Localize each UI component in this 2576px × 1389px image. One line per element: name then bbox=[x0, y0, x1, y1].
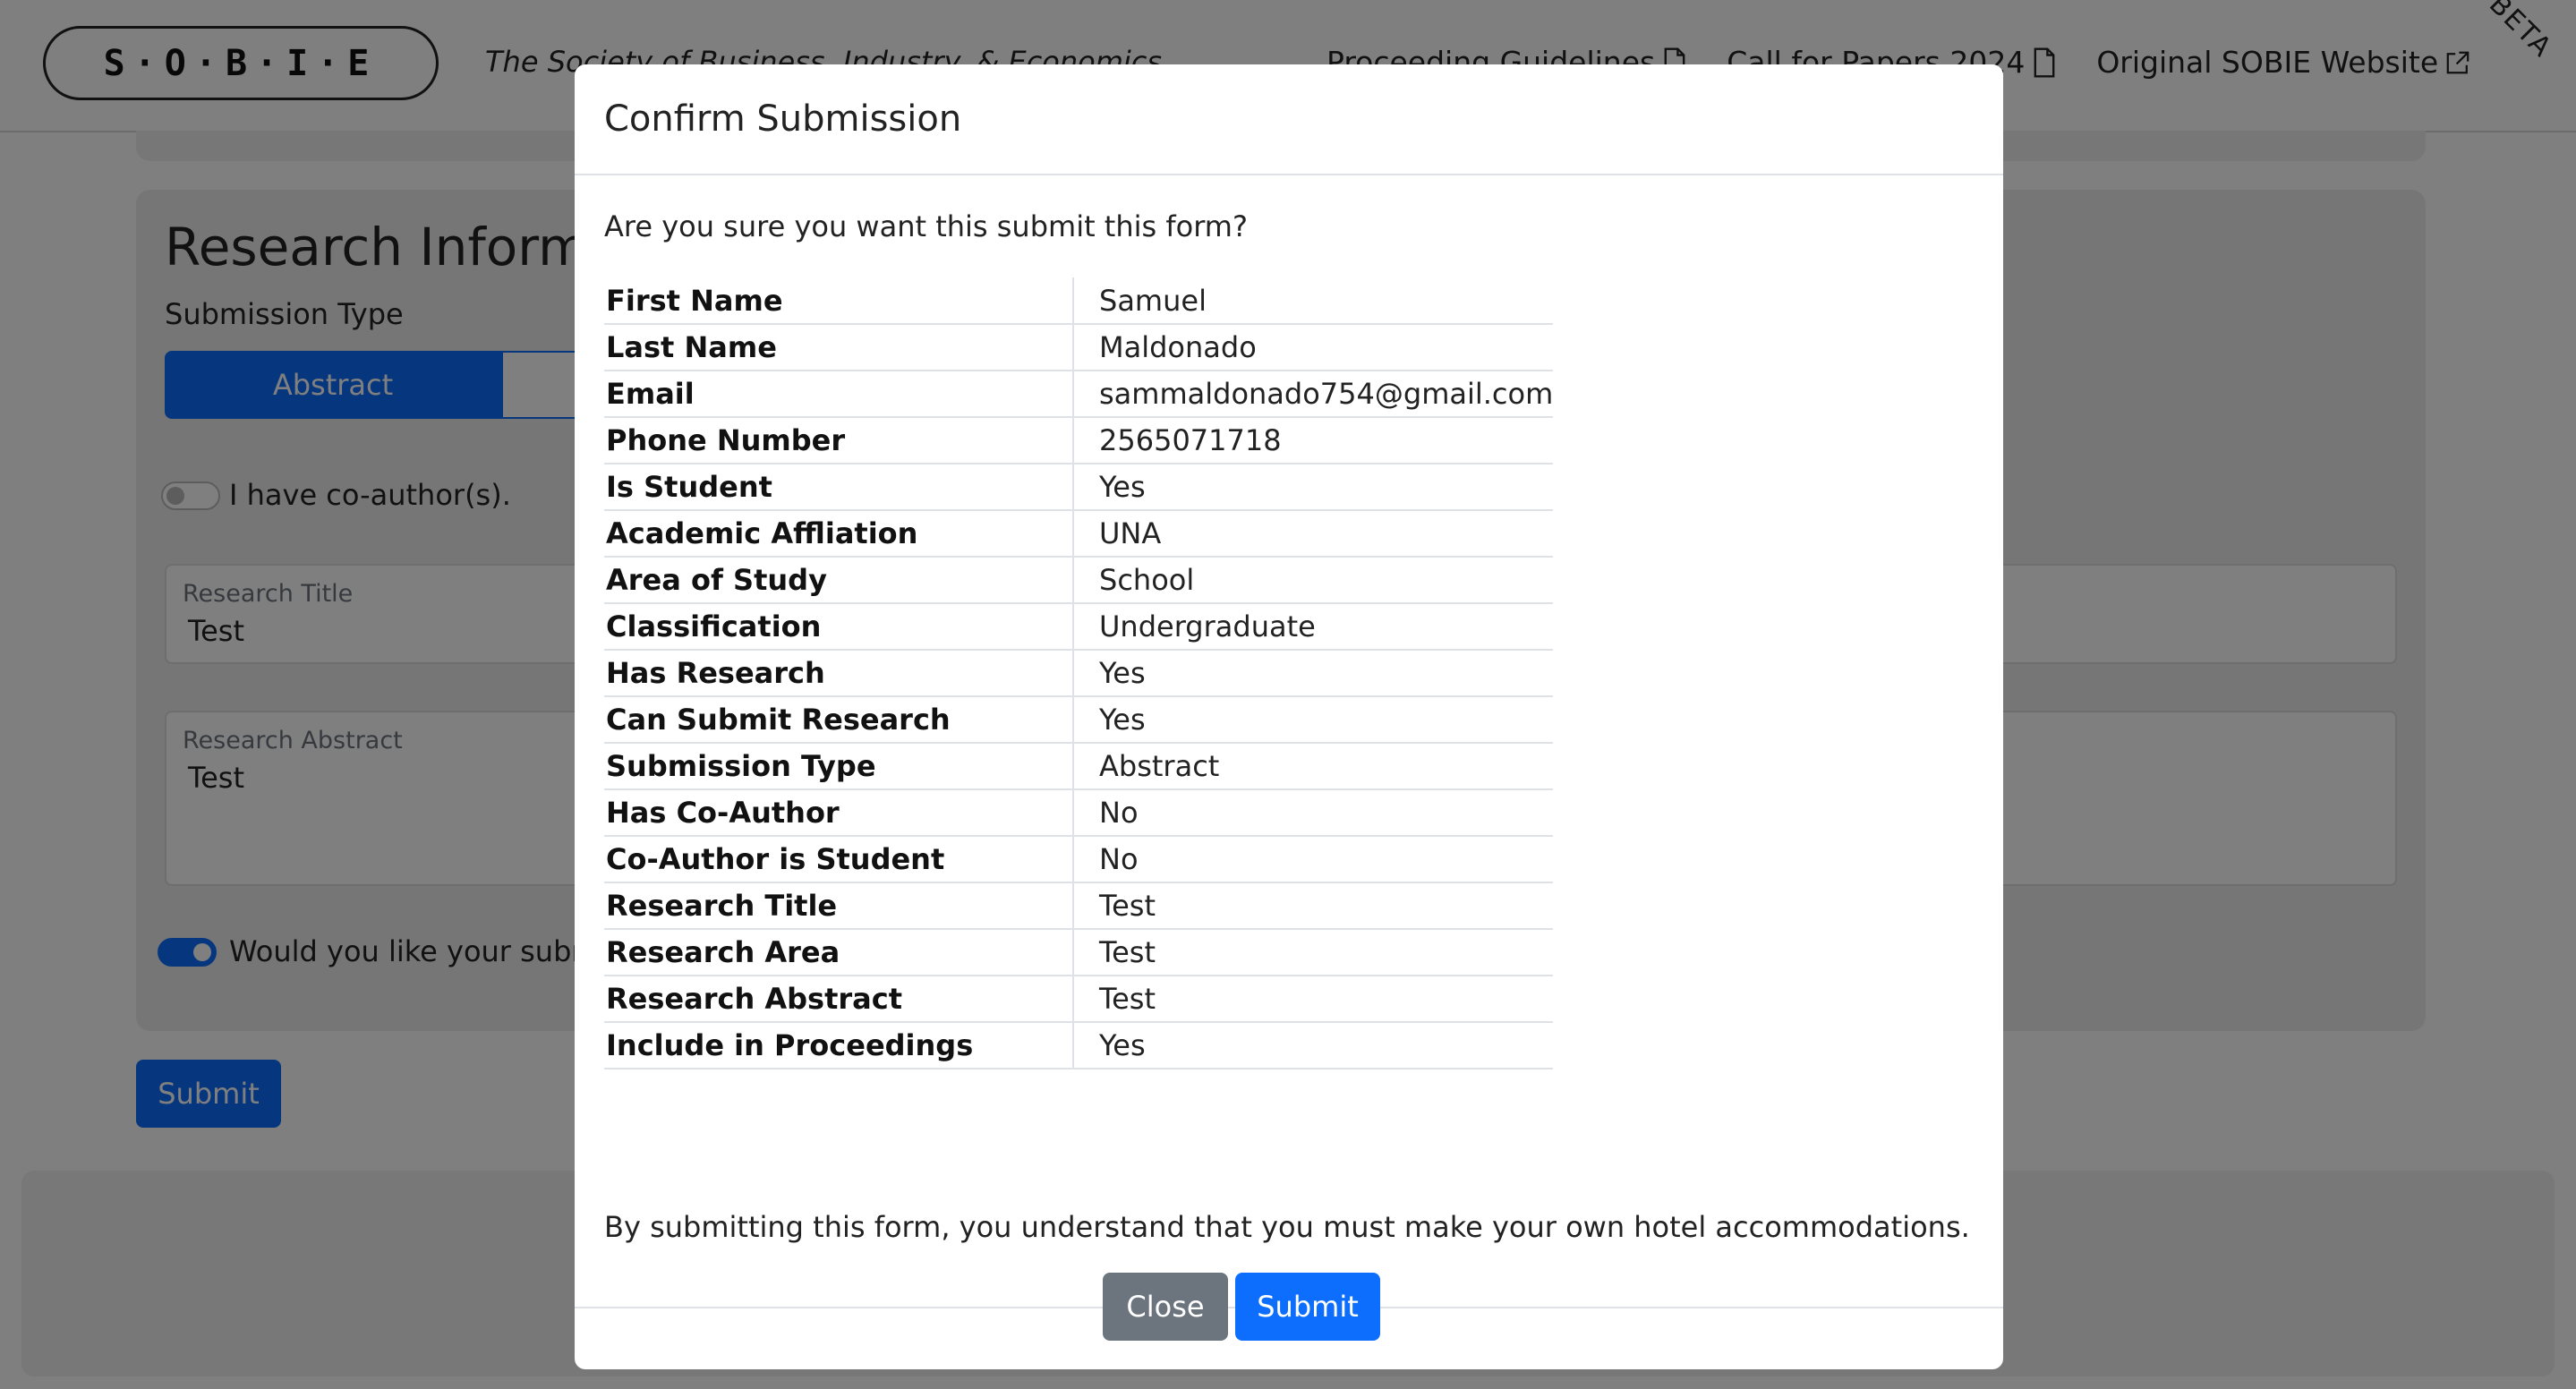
summary-row: Classification Undergraduate bbox=[604, 603, 1554, 651]
summary-row: Last Name Maldonado bbox=[604, 324, 1554, 371]
page: S·O·B·I·E The Society of Business, Indus… bbox=[0, 0, 2576, 1389]
summary-key: Academic Affliation bbox=[604, 510, 1074, 558]
summary-value: No bbox=[1073, 836, 1554, 883]
summary-key: Include in Proceedings bbox=[604, 1022, 1074, 1069]
summary-row: Include in Proceedings Yes bbox=[604, 1022, 1554, 1069]
summary-key: Phone Number bbox=[604, 417, 1074, 464]
confirm-submit-button[interactable]: Submit bbox=[1235, 1273, 1380, 1341]
summary-row: Research Title Test bbox=[604, 882, 1554, 930]
summary-value: Maldonado bbox=[1073, 324, 1554, 371]
summary-value: Abstract bbox=[1073, 743, 1554, 790]
summary-key: Can Submit Research bbox=[604, 696, 1074, 744]
summary-key: Area of Study bbox=[604, 557, 1074, 604]
summary-value: Test bbox=[1073, 929, 1554, 976]
summary-row: First Name Samuel bbox=[604, 277, 1554, 325]
summary-value: Samuel bbox=[1073, 277, 1554, 325]
hotel-accommodation-note: By submitting this form, you understand … bbox=[604, 1210, 1970, 1244]
summary-row: Research Area Test bbox=[604, 929, 1554, 976]
summary-key: First Name bbox=[604, 277, 1074, 325]
summary-key: Research Area bbox=[604, 929, 1074, 976]
summary-row: Has Research Yes bbox=[604, 650, 1554, 697]
summary-key: Email bbox=[604, 371, 1074, 418]
summary-value: 2565071718 bbox=[1073, 417, 1554, 464]
summary-value: No bbox=[1073, 789, 1554, 837]
summary-value: Yes bbox=[1073, 464, 1554, 511]
summary-key: Is Student bbox=[604, 464, 1074, 511]
summary-key: Classification bbox=[604, 603, 1074, 651]
summary-row: Is Student Yes bbox=[604, 464, 1554, 511]
close-button[interactable]: Close bbox=[1103, 1273, 1228, 1341]
summary-row: Research Abstract Test bbox=[604, 976, 1554, 1023]
summary-row: Can Submit Research Yes bbox=[604, 696, 1554, 744]
summary-value: Yes bbox=[1073, 650, 1554, 697]
summary-value: sammaldonado754@gmail.com bbox=[1073, 371, 1554, 418]
summary-key: Has Research bbox=[604, 650, 1074, 697]
summary-key: Research Title bbox=[604, 882, 1074, 930]
summary-row: Email sammaldonado754@gmail.com bbox=[604, 371, 1554, 418]
summary-key: Co-Author is Student bbox=[604, 836, 1074, 883]
summary-row: Has Co-Author No bbox=[604, 789, 1554, 837]
summary-value: Test bbox=[1073, 976, 1554, 1023]
summary-value: Undergraduate bbox=[1073, 603, 1554, 651]
summary-row: Co-Author is Student No bbox=[604, 836, 1554, 883]
summary-key: Last Name bbox=[604, 324, 1074, 371]
summary-key: Submission Type bbox=[604, 743, 1074, 790]
summary-row: Submission Type Abstract bbox=[604, 743, 1554, 790]
summary-row: Area of Study School bbox=[604, 557, 1554, 604]
summary-row: Academic Affliation UNA bbox=[604, 510, 1554, 558]
summary-value: Test bbox=[1073, 882, 1554, 930]
summary-value: Yes bbox=[1073, 1022, 1554, 1069]
summary-row: Phone Number 2565071718 bbox=[604, 417, 1554, 464]
modal-question: Are you sure you want this submit this f… bbox=[604, 209, 1248, 243]
summary-value: Yes bbox=[1073, 696, 1554, 744]
summary-key: Research Abstract bbox=[604, 976, 1074, 1023]
summary-key: Has Co-Author bbox=[604, 789, 1074, 837]
confirm-submission-modal: Confirm Submission Are you sure you want… bbox=[575, 64, 2003, 1369]
submission-summary-table: First Name Samuel Last Name Maldonado Email s… bbox=[604, 277, 1554, 1069]
modal-title: Confirm Submission bbox=[604, 98, 962, 140]
summary-value: School bbox=[1073, 557, 1554, 604]
summary-value: UNA bbox=[1073, 510, 1554, 558]
modal-header: Confirm Submission bbox=[575, 64, 2003, 175]
